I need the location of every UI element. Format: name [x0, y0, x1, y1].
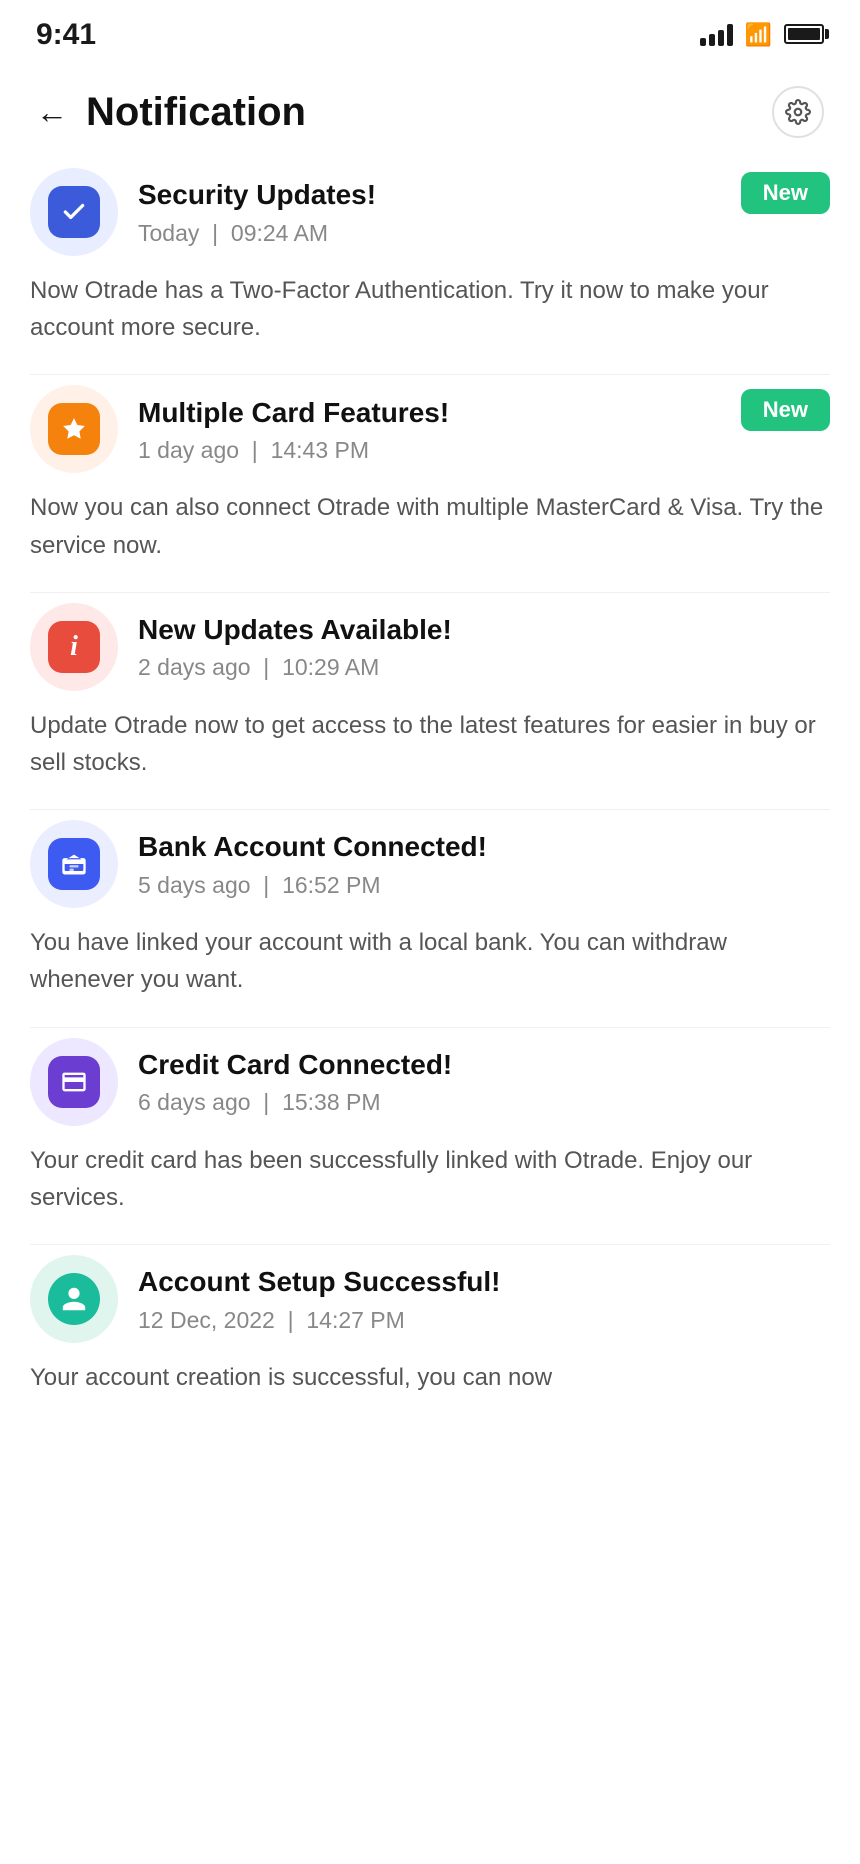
settings-button[interactable]: [772, 86, 824, 138]
notification-title-credit: Credit Card Connected!: [138, 1047, 830, 1083]
notification-body-credit: Your credit card has been successfully l…: [30, 1142, 830, 1216]
notification-meta-card: Multiple Card Features! 1 day ago | 14:4…: [138, 395, 721, 464]
notification-time-updates: 2 days ago | 10:29 AM: [138, 654, 830, 681]
notification-title-account: Account Setup Successful!: [138, 1264, 830, 1300]
notification-meta-updates: New Updates Available! 2 days ago | 10:2…: [138, 612, 830, 681]
notification-icon-credit: [30, 1038, 118, 1126]
wifi-icon: 📶: [745, 22, 772, 48]
notification-title-security: Security Updates!: [138, 177, 721, 213]
battery-icon: [784, 19, 824, 51]
signal-icon: [700, 24, 733, 46]
back-button[interactable]: ←: [36, 94, 68, 131]
notification-title-updates: New Updates Available!: [138, 612, 830, 648]
notification-time-security: Today | 09:24 AM: [138, 220, 721, 247]
notification-body-bank: You have linked your account with a loca…: [30, 924, 830, 998]
page-title: Notification: [86, 90, 306, 135]
notification-item-multiple-card[interactable]: Multiple Card Features! 1 day ago | 14:4…: [30, 385, 830, 592]
notification-title-card: Multiple Card Features!: [138, 395, 721, 431]
notification-body-security: Now Otrade has a Two-Factor Authenticati…: [30, 272, 830, 346]
notification-body-updates: Update Otrade now to get access to the l…: [30, 707, 830, 781]
notification-icon-card: [30, 385, 118, 473]
notification-meta-credit: Credit Card Connected! 6 days ago | 15:3…: [138, 1047, 830, 1116]
notification-time-card: 1 day ago | 14:43 PM: [138, 437, 721, 464]
notification-meta-account: Account Setup Successful! 12 Dec, 2022 |…: [138, 1264, 830, 1333]
notification-title-bank: Bank Account Connected!: [138, 829, 830, 865]
notification-meta-bank: Bank Account Connected! 5 days ago | 16:…: [138, 829, 830, 898]
notification-badge-security: New: [741, 172, 830, 214]
notification-time-bank: 5 days ago | 16:52 PM: [138, 872, 830, 899]
status-time: 9:41: [36, 18, 96, 52]
notification-item-security-updates[interactable]: Security Updates! Today | 09:24 AM New N…: [30, 168, 830, 375]
notification-icon-security: [30, 168, 118, 256]
status-icons: 📶: [700, 19, 824, 51]
notification-item-account-setup[interactable]: Account Setup Successful! 12 Dec, 2022 |…: [30, 1255, 830, 1424]
notification-list: Security Updates! Today | 09:24 AM New N…: [0, 168, 860, 1424]
notification-item-bank[interactable]: Bank Account Connected! 5 days ago | 16:…: [30, 820, 830, 1027]
notification-time-credit: 6 days ago | 15:38 PM: [138, 1089, 830, 1116]
notification-meta-security: Security Updates! Today | 09:24 AM: [138, 177, 721, 246]
notification-time-account: 12 Dec, 2022 | 14:27 PM: [138, 1307, 830, 1334]
status-bar: 9:41 📶: [0, 0, 860, 62]
notification-body-account: Your account creation is successful, you…: [30, 1359, 830, 1396]
page-header: ← Notification: [0, 62, 860, 168]
notification-item-updates[interactable]: i New Updates Available! 2 days ago | 10…: [30, 603, 830, 810]
notification-item-credit-card[interactable]: Credit Card Connected! 6 days ago | 15:3…: [30, 1038, 830, 1245]
notification-badge-card: New: [741, 389, 830, 431]
notification-icon-bank: [30, 820, 118, 908]
notification-icon-account: [30, 1255, 118, 1343]
header-left: ← Notification: [36, 90, 306, 135]
notification-body-card: Now you can also connect Otrade with mul…: [30, 489, 830, 563]
notification-icon-updates: i: [30, 603, 118, 691]
